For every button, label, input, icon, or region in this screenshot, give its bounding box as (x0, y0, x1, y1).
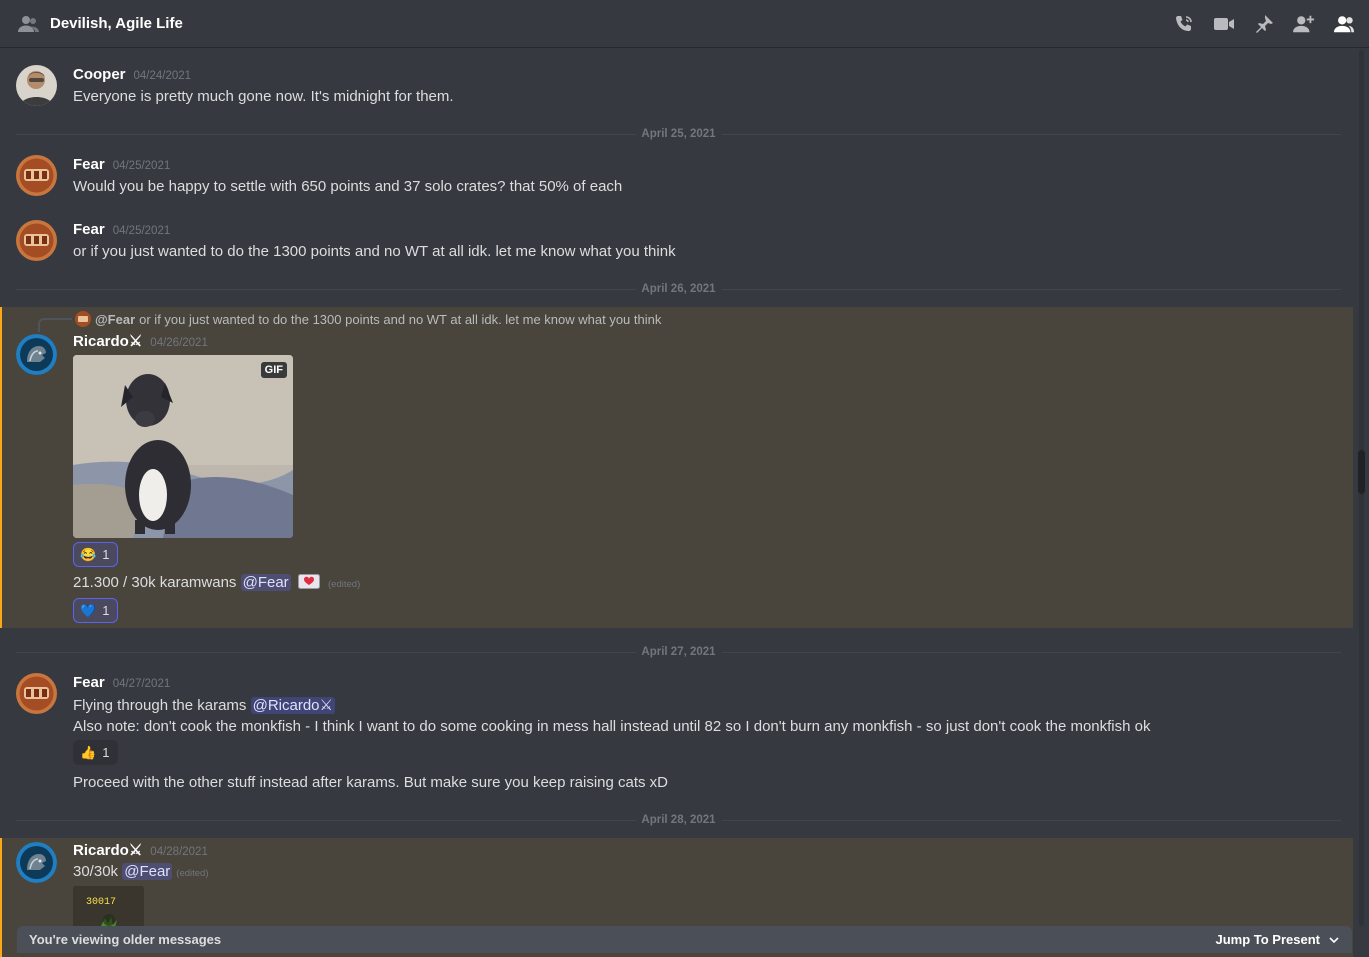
avatar[interactable] (16, 842, 57, 883)
reaction-button[interactable]: 👍 1 (73, 740, 118, 765)
jump-to-present-label: Jump To Present (1215, 932, 1320, 947)
video-icon[interactable] (1213, 13, 1235, 35)
chevron-down-icon (1329, 936, 1339, 943)
members-icon[interactable] (1333, 13, 1355, 35)
message-timestamp: 04/28/2021 (150, 846, 208, 858)
message-content: 30/30k @Fear (edited) (73, 863, 209, 880)
message: Fear 04/25/2021 or if you just wanted to … (0, 216, 1353, 266)
message-timestamp: 04/26/2021 (150, 337, 208, 349)
avatar[interactable] (16, 220, 57, 261)
blue-heart-emoji-icon: 💙 (80, 602, 97, 618)
laughing-emoji-icon: 😂 (80, 546, 97, 562)
message-mention-highlight: @Fear or if you just wanted to do the 13… (0, 307, 1353, 628)
love-letter-emoji-icon (297, 574, 320, 593)
pin-icon[interactable] (1253, 13, 1275, 35)
avatar[interactable] (16, 155, 57, 196)
message: Fear 04/27/2021 Flying through the karams… (0, 669, 1353, 804)
thumbs-up-emoji-icon: 👍 (80, 744, 97, 760)
reply-author[interactable]: @Fear (95, 312, 135, 327)
reaction-count: 1 (102, 603, 110, 618)
channel-header: Devilish, Agile Life (0, 0, 1369, 48)
message-timestamp: 04/25/2021 (112, 160, 171, 172)
message-author[interactable]: Ricardo⚔ 04/28/2021 (73, 841, 208, 859)
scrollbar-thumb[interactable] (1358, 450, 1365, 494)
reply-preview[interactable]: @Fear or if you just wanted to do the 13… (75, 311, 661, 327)
message-author[interactable]: Fear 04/25/2021 (73, 221, 170, 238)
add-user-icon[interactable] (1293, 13, 1315, 35)
message-content: or if you just wanted to do the 1300 poi… (73, 243, 676, 260)
message-author[interactable]: Ricardo⚔ 04/26/2021 (73, 332, 208, 350)
date-divider: April 26, 2021 (16, 283, 1341, 295)
edited-label: (edited) (176, 868, 209, 879)
user-mention[interactable]: @Ricardo⚔ (250, 697, 335, 714)
message: Cooper 04/24/2021 Everyone is pretty much… (0, 61, 1353, 111)
avatar[interactable] (16, 65, 57, 106)
message-list[interactable]: Cooper 04/24/2021 Everyone is pretty much… (0, 49, 1353, 957)
message-content: Flying through the karams @Ricardo⚔ (73, 697, 335, 714)
reaction-count: 1 (102, 745, 110, 760)
dm-group-icon (18, 13, 40, 35)
reply-avatar-icon (75, 311, 91, 327)
message-content: Would you be happy to settle with 650 po… (73, 178, 623, 195)
message-author[interactable]: Fear 04/27/2021 (73, 674, 170, 691)
reaction-count: 1 (102, 547, 110, 562)
user-mention[interactable]: @Fear (240, 574, 291, 591)
gif-badge: GIF (260, 362, 287, 378)
reply-connector (38, 318, 72, 332)
message-content: Proceed with the other stuff instead aft… (73, 774, 669, 791)
channel-title: Devilish, Agile Life (50, 15, 183, 32)
user-mention[interactable]: @Fear (122, 863, 173, 880)
message-timestamp: 04/24/2021 (133, 70, 192, 82)
message-author[interactable]: Cooper 04/24/2021 (73, 66, 191, 83)
message-content: 21.300 / 30k karamwans @Fear (edited) (73, 574, 361, 593)
gif-attachment[interactable]: GIF (73, 355, 293, 538)
message-timestamp: 04/25/2021 (112, 225, 171, 237)
message-timestamp: 04/27/2021 (112, 678, 171, 690)
message: Fear 04/25/2021 Would you be happy to set… (0, 151, 1353, 201)
message-author[interactable]: Fear 04/25/2021 (73, 156, 170, 173)
date-divider: April 28, 2021 (16, 814, 1341, 826)
reply-text: or if you just wanted to do the 1300 poi… (139, 311, 662, 327)
scrollbar[interactable] (1357, 50, 1366, 926)
reaction-button[interactable]: 💙 1 (73, 598, 118, 623)
message-content: Also note: don't cook the monkfish - I t… (73, 718, 1151, 735)
older-messages-banner: You're viewing older messages Jump To Pr… (17, 926, 1352, 953)
call-icon[interactable] (1173, 13, 1195, 35)
date-divider: April 27, 2021 (16, 646, 1341, 658)
edited-label: (edited) (328, 579, 361, 590)
date-divider: April 25, 2021 (16, 128, 1341, 140)
message-content: Everyone is pretty much gone now. It's m… (73, 88, 454, 105)
avatar[interactable] (16, 334, 57, 375)
image-overlay-text: 30017 (86, 897, 117, 908)
reaction-button[interactable]: 😂 1 (73, 542, 118, 567)
image-attachment[interactable]: 30017 (73, 886, 144, 931)
jump-to-present-button[interactable]: Jump To Present (1215, 932, 1340, 947)
older-messages-text: You're viewing older messages (29, 932, 222, 947)
avatar[interactable] (16, 673, 57, 714)
